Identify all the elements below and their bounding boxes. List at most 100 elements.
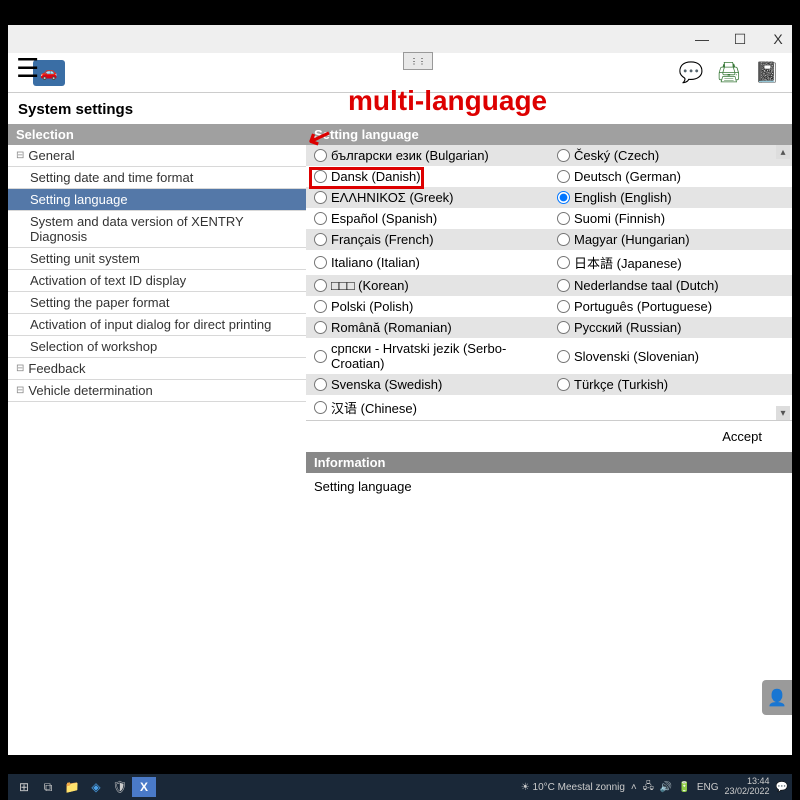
language-radio[interactable] [314, 401, 327, 414]
language-radio[interactable] [314, 149, 327, 162]
scroll-up-button[interactable]: ▴ [776, 145, 790, 159]
tree-item[interactable]: Activation of text ID display [8, 270, 306, 292]
explorer-icon[interactable]: 📁 [60, 777, 84, 797]
accept-button[interactable]: Accept [722, 429, 762, 444]
language-option[interactable]: 日本語 (Japanese) [549, 250, 792, 275]
content-area: Selection GeneralSetting date and time f… [8, 124, 792, 724]
language-radio[interactable] [557, 149, 570, 162]
tray-volume-icon[interactable]: 🔊 [660, 782, 672, 793]
language-option[interactable]: 汉语 (Chinese) [306, 395, 549, 420]
language-radio[interactable] [314, 212, 327, 225]
language-radio[interactable] [557, 321, 570, 334]
side-tab[interactable]: 👤 [762, 680, 792, 715]
language-label: Polski (Polish) [331, 299, 413, 314]
language-radio[interactable] [314, 279, 327, 292]
language-radio[interactable] [314, 256, 327, 269]
notifications-icon[interactable]: 💬 [776, 782, 788, 793]
close-button[interactable]: X [768, 29, 788, 49]
language-radio[interactable] [314, 350, 327, 363]
language-option[interactable]: Dansk (Danish) [306, 166, 549, 187]
language-radio[interactable] [314, 300, 327, 313]
language-radio[interactable] [314, 378, 327, 391]
language-radio[interactable] [557, 378, 570, 391]
tree-group[interactable]: Vehicle determination [8, 380, 306, 402]
language-option[interactable]: Suomi (Finnish) [549, 208, 792, 229]
language-radio[interactable] [557, 233, 570, 246]
tree-item[interactable]: System and data version of XENTRY Diagno… [8, 211, 306, 248]
language-option[interactable]: Türkçe (Turkish) [549, 374, 792, 395]
tree-item[interactable]: Setting the paper format [8, 292, 306, 314]
tree-item[interactable]: Selection of workshop [8, 336, 306, 358]
tray-chevron[interactable]: ˄ [631, 782, 637, 793]
shield-icon[interactable]: 🛡 [108, 777, 132, 797]
language-row: □□□ (Korean) Nederlandse taal (Dutch) [306, 275, 792, 296]
language-option[interactable]: Română (Romanian) [306, 317, 549, 338]
language-option[interactable]: Русский (Russian) [549, 317, 792, 338]
language-label: Slovenski (Slovenian) [574, 349, 699, 364]
language-radio[interactable] [557, 350, 570, 363]
language-option[interactable]: български език (Bulgarian) [306, 145, 549, 166]
tray-lang[interactable]: ENG [697, 782, 719, 793]
language-radio[interactable] [557, 212, 570, 225]
language-option[interactable]: Français (French) [306, 229, 549, 250]
language-radio[interactable] [557, 256, 570, 269]
language-option[interactable]: Português (Portuguese) [549, 296, 792, 317]
tree-group[interactable]: General [8, 145, 306, 167]
language-radio[interactable] [314, 191, 327, 204]
tree-item[interactable]: Activation of input dialog for direct pr… [8, 314, 306, 336]
clock[interactable]: 13:44 23/02/2022 [725, 777, 770, 797]
language-option[interactable]: Italiano (Italian) [306, 250, 549, 275]
language-option[interactable]: English (English) [549, 187, 792, 208]
language-option[interactable]: Nederlandse taal (Dutch) [549, 275, 792, 296]
tree-item[interactable]: Setting unit system [8, 248, 306, 270]
language-row: 汉语 (Chinese) [306, 395, 792, 420]
menu-icon[interactable]: ☰ [16, 53, 39, 84]
chat-icon[interactable]: 💬 [676, 59, 706, 87]
tray-battery-icon[interactable]: 🔋 [678, 782, 690, 793]
language-label: Magyar (Hungarian) [574, 232, 690, 247]
language-option[interactable]: Slovenski (Slovenian) [549, 338, 792, 374]
language-option[interactable]: српски - Hrvatski jezik (Serbo-Croatian) [306, 338, 549, 374]
language-option[interactable]: ΕΛΛΗΝΙΚΟΣ (Greek) [306, 187, 549, 208]
language-option[interactable]: Español (Spanish) [306, 208, 549, 229]
language-label: □□□ (Korean) [331, 278, 409, 293]
language-radio[interactable] [557, 300, 570, 313]
tree-item[interactable]: Setting language [8, 189, 306, 211]
weather-widget[interactable]: ☀ 10°C Meestal zonnig [521, 782, 625, 793]
language-radio[interactable] [557, 279, 570, 292]
language-row: српски - Hrvatski jezik (Serbo-Croatian)… [306, 338, 792, 374]
language-label: Dansk (Danish) [331, 169, 421, 184]
language-label: Český (Czech) [574, 148, 659, 163]
scroll-down-button[interactable]: ▾ [776, 406, 790, 420]
xentry-icon[interactable]: X [132, 777, 156, 797]
language-radio[interactable] [557, 170, 570, 183]
tree-item[interactable]: Setting date and time format [8, 167, 306, 189]
tree-group[interactable]: Feedback [8, 358, 306, 380]
language-panel-header: Setting language [306, 124, 792, 145]
language-row: ΕΛΛΗΝΙΚΟΣ (Greek)English (English) [306, 187, 792, 208]
language-option[interactable]: Český (Czech) [549, 145, 792, 166]
language-label: 日本語 (Japanese) [574, 253, 682, 272]
start-button[interactable]: ⊞ [12, 777, 36, 797]
language-label: Italiano (Italian) [331, 255, 420, 270]
taskview-icon[interactable]: ⧉ [36, 777, 60, 797]
language-radio[interactable] [314, 170, 327, 183]
tray-network-icon[interactable]: 🖧 [643, 779, 654, 796]
info-header: Information [306, 452, 792, 473]
language-option[interactable]: □□□ (Korean) [306, 275, 549, 296]
language-option[interactable]: Magyar (Hungarian) [549, 229, 792, 250]
minimize-button[interactable]: — [692, 29, 712, 49]
language-radio[interactable] [314, 233, 327, 246]
maximize-button[interactable]: ☐ [730, 29, 750, 49]
language-row: Svenska (Swedish)Türkçe (Turkish) [306, 374, 792, 395]
language-label: Português (Portuguese) [574, 299, 712, 314]
print-icon[interactable]: 🖨 [714, 59, 744, 87]
teamviewer-icon[interactable]: ◈ [84, 777, 108, 797]
language-radio[interactable] [314, 321, 327, 334]
language-option[interactable]: Deutsch (German) [549, 166, 792, 187]
language-radio[interactable] [557, 191, 570, 204]
book-icon[interactable]: 📓 [752, 59, 782, 87]
language-row: български език (Bulgarian) Český (Czech) [306, 145, 792, 166]
language-option[interactable]: Polski (Polish) [306, 296, 549, 317]
language-option[interactable]: Svenska (Swedish) [306, 374, 549, 395]
